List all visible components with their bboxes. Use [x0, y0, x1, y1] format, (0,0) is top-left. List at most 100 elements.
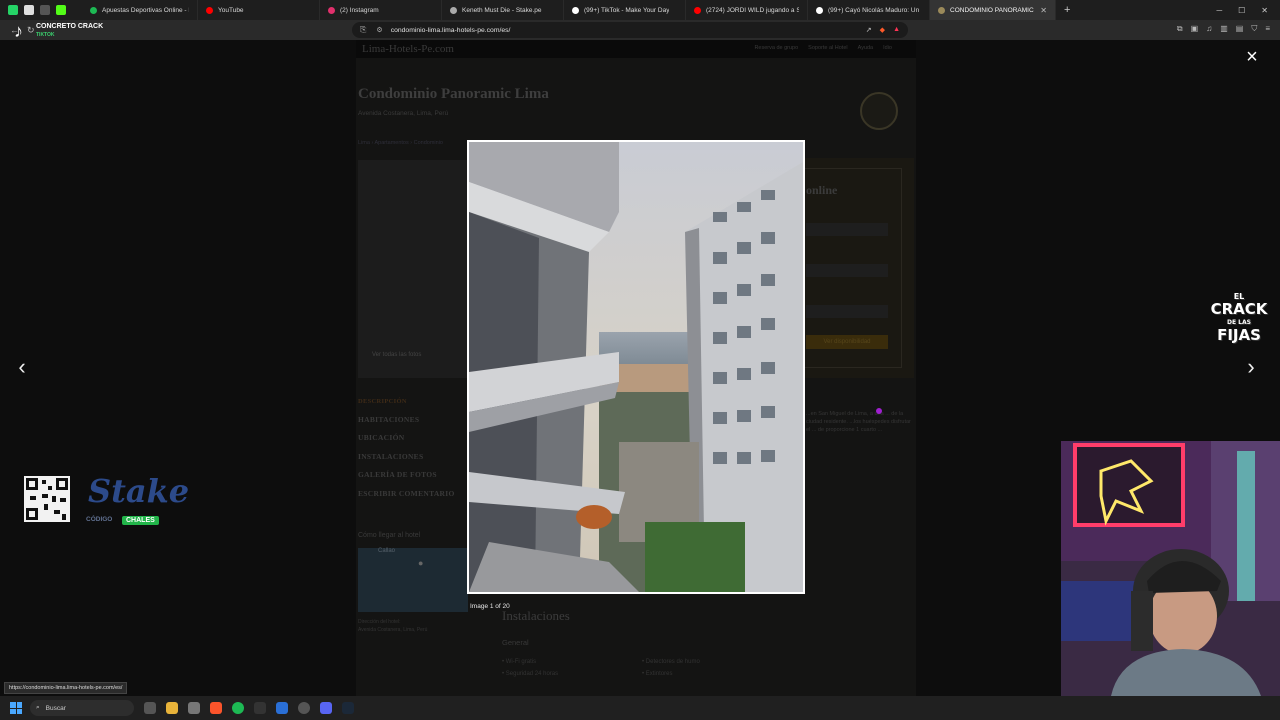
breadcrumb[interactable]: Lima › Apartamentos › Condominio	[358, 140, 443, 146]
site-link[interactable]: Soporte al Hotel	[808, 45, 847, 51]
tab-label: (99+) Cayó Nicolás Maduro: Un Cam...	[828, 6, 921, 14]
booking-title: online	[806, 183, 838, 197]
extension-icons: ⧉ ▣ ♫ ▥ ▤ ⛉ ≡	[1177, 24, 1270, 34]
minimize-icon[interactable]: ─	[1216, 6, 1222, 15]
screen: Apuestas Deportivas Online - Fútbol YouTu…	[0, 0, 1280, 720]
share-icon[interactable]: ↗	[866, 26, 872, 34]
brave-icon[interactable]	[210, 702, 222, 714]
stake-code-badge: CHALES	[122, 516, 159, 525]
browser-tabbar: Apuestas Deportivas Online - Fútbol YouTu…	[0, 0, 1280, 20]
stake-sponsor-overlay: Stake CÓDIGO CHALES	[24, 472, 189, 532]
map-title: Cómo llegar al hotel	[358, 532, 421, 539]
site-info-icon[interactable]: ⚙	[376, 26, 382, 34]
lightbox-next-button[interactable]: ›	[1241, 354, 1261, 380]
lightbox-photo[interactable]	[469, 142, 803, 592]
vpn-icon[interactable]: ⛉	[1251, 24, 1257, 34]
windows-start-icon[interactable]	[10, 702, 22, 714]
hotel-menu-item[interactable]: INSTALACIONES	[358, 452, 455, 461]
checkin-field[interactable]	[806, 223, 888, 236]
browser-tab[interactable]: Keneth Must Die - Stake.pe	[442, 0, 564, 20]
tiktok-icon: ♪	[14, 21, 23, 41]
window-controls: ─ ☐ ✕	[1216, 6, 1280, 15]
stake-code-label: CÓDIGO	[86, 516, 113, 523]
obs-icon[interactable]	[298, 702, 310, 714]
ext-puzzle-icon[interactable]: ⧉	[1177, 24, 1183, 34]
site-link[interactable]: Reserva de grupo	[754, 45, 798, 51]
app-icon[interactable]	[254, 702, 266, 714]
steam-icon[interactable]	[342, 702, 354, 714]
hotel-menu-item[interactable]: GALERÍA DE FOTOS	[358, 470, 455, 479]
tab-favicon-icon	[938, 6, 945, 14]
extension-icon[interactable]	[24, 5, 34, 15]
hotel-menu-item[interactable]: ESCRIBIR COMENTARIO	[358, 489, 455, 498]
maximize-icon[interactable]: ☐	[1238, 6, 1245, 15]
lightbox-image-frame	[467, 140, 805, 594]
tab-label: Apuestas Deportivas Online - Fútbol	[102, 6, 189, 14]
site-link[interactable]: Ayuda	[858, 45, 874, 51]
hotel-map[interactable]: Callao ●	[358, 548, 468, 612]
lightbox-caption: Image 1 of 20	[470, 603, 510, 610]
map-pin-icon[interactable]: ●	[418, 558, 423, 568]
kick-green-icon[interactable]	[56, 5, 66, 15]
settings-icon[interactable]	[188, 702, 200, 714]
hotel-menu-item[interactable]: HABITACIONES	[358, 415, 455, 424]
window-close-icon[interactable]: ✕	[1261, 6, 1268, 15]
checkout-field[interactable]	[806, 264, 888, 277]
spotify-icon[interactable]	[232, 702, 244, 714]
menu-icon[interactable]: ≡	[1265, 24, 1270, 34]
browser-tab[interactable]: Apuestas Deportivas Online - Fútbol	[82, 0, 198, 20]
browser-tab[interactable]: (99+) Cayó Nicolás Maduro: Un Cam...	[808, 0, 930, 20]
check-availability-button[interactable]: Ver disponibilidad	[806, 335, 888, 349]
browser-tab[interactable]: (2724) JORDI WILD jugando a SAD S...	[686, 0, 808, 20]
ext-window-icon[interactable]: ▣	[1191, 24, 1199, 34]
tab-favicon-icon	[572, 6, 579, 14]
tab-label: (2) Instagram	[340, 6, 379, 14]
widgets-icon[interactable]	[144, 702, 156, 714]
guests-select[interactable]	[806, 305, 888, 318]
hotel-menu-item[interactable]: DESCRIPCIÓN	[358, 398, 455, 405]
tab-close-icon[interactable]: ✕	[1040, 6, 1047, 15]
bookmark-icon[interactable]: ⎘	[360, 25, 366, 35]
cursor-dot	[876, 408, 882, 414]
rewards-icon[interactable]: ▲	[893, 26, 900, 34]
file-explorer-icon[interactable]	[166, 702, 178, 714]
facilities-list: • Detectores de humo • Extintores	[642, 656, 700, 680]
kick-icon[interactable]	[40, 5, 50, 15]
see-all-photos-link[interactable]: Ver todas las fotos	[372, 352, 421, 358]
tab-label: (99+) TikTok - Make Your Day	[584, 6, 670, 14]
taskbar-search[interactable]: ⌕ Buscar	[30, 700, 134, 716]
browser-toolbar: ← ↻ ⎘ ⚙ condominio-lima.lima-hotels-pe.c…	[0, 20, 1280, 40]
tab-favicon-icon	[90, 6, 97, 14]
search-icon: ⌕	[36, 704, 40, 711]
address-bar[interactable]: ⎘ ⚙ condominio-lima.lima-hotels-pe.com/e…	[352, 22, 908, 38]
sidebar-icon[interactable]: ▥	[1220, 24, 1228, 34]
discord-icon[interactable]	[320, 702, 332, 714]
browser-tab[interactable]: YouTube	[198, 0, 320, 20]
tab-favicon-icon	[694, 6, 701, 14]
network-app-icon[interactable]	[276, 702, 288, 714]
gallery-thumbnail[interactable]	[358, 160, 470, 378]
lightbox-prev-button[interactable]: ‹	[12, 354, 32, 380]
facilities-subtitle: General	[502, 638, 529, 647]
whatsapp-icon[interactable]	[8, 5, 18, 15]
media-icon[interactable]: ♫	[1206, 24, 1212, 34]
tab-label: CONDOMINIO PANORAMIC LIM...	[950, 6, 1035, 14]
new-tab-button[interactable]: +	[1056, 4, 1078, 16]
webcam-feed	[1061, 441, 1280, 696]
brave-shield-icon[interactable]: ◆	[880, 26, 885, 34]
tab-label: YouTube	[218, 6, 244, 14]
wallet-icon[interactable]: ▤	[1236, 24, 1244, 34]
browser-tab[interactable]: (2) Instagram	[320, 0, 442, 20]
tab-favicon-icon	[816, 6, 823, 14]
lightbox-close-button[interactable]: ×	[1243, 47, 1261, 67]
tab-label: Keneth Must Die - Stake.pe	[462, 6, 542, 14]
facility-item: • Wi-Fi gratis	[502, 659, 537, 665]
site-link[interactable]: Idio	[883, 45, 892, 51]
browser-tab[interactable]: CONDOMINIO PANORAMIC LIM... ✕	[930, 0, 1056, 20]
browser-tab[interactable]: (99+) TikTok - Make Your Day	[564, 0, 686, 20]
crack-logo-line: CRACK	[1210, 300, 1268, 318]
hotel-description: ...en San Miguel de Lima, a una ... de l…	[806, 411, 911, 433]
overlay-logo-text: CONCRETO CRACK TIKTOK	[36, 23, 104, 38]
hotel-menu-item[interactable]: UBICACIÓN	[358, 433, 455, 442]
taskbar-apps	[144, 702, 354, 714]
